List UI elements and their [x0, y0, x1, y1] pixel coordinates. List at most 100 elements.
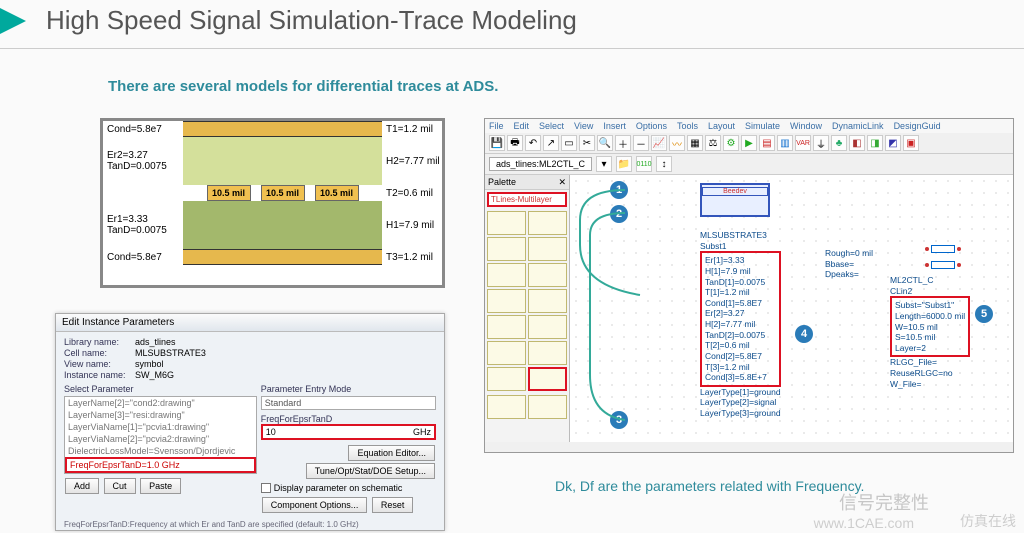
tline-symbol[interactable] [925, 259, 961, 271]
menu-select[interactable]: Select [539, 121, 564, 131]
edit-instance-dialog: Edit Instance Parameters Library name:ad… [55, 313, 445, 531]
menu-file[interactable]: File [489, 121, 504, 131]
entry-mode-header: Parameter Entry Mode [261, 384, 436, 394]
palette-item[interactable] [528, 315, 567, 339]
tline-symbol[interactable] [925, 243, 961, 255]
sub-extra: Rough=0 milBbase=Dpeaks= [825, 248, 873, 280]
netlist-icon[interactable]: 0110 [636, 156, 652, 172]
wave-icon[interactable]: 〰 [669, 135, 685, 151]
cut-button[interactable]: Cut [104, 478, 136, 494]
earth-icon[interactable]: ⏚ [813, 135, 829, 151]
zoomout-icon[interactable]: － [633, 135, 649, 151]
footnote: Dk, Df are the parameters related with F… [555, 478, 864, 494]
palette-item[interactable] [487, 367, 526, 391]
chart-icon[interactable]: 📈 [651, 135, 667, 151]
palette-item[interactable] [487, 263, 526, 287]
menu-edit[interactable]: Edit [514, 121, 530, 131]
sub-name: Subst1 [700, 241, 781, 252]
menu-simulate[interactable]: Simulate [745, 121, 780, 131]
menu-layout[interactable]: Layout [708, 121, 735, 131]
display-param-label: Display parameter on schematic [274, 483, 403, 493]
equation-editor-button[interactable]: Equation Editor... [348, 445, 435, 461]
param-item[interactable]: LayerName[2]="cond2:drawing" [65, 397, 256, 409]
reset-button[interactable]: Reset [372, 497, 414, 513]
menu-designguide[interactable]: DesignGuid [894, 121, 941, 131]
menu-view[interactable]: View [574, 121, 593, 131]
play-icon[interactable]: ▶ [741, 135, 757, 151]
param-listbox[interactable]: LayerName[2]="cond2:drawing" LayerName[3… [64, 396, 257, 474]
entry-mode-select[interactable]: Standard [261, 396, 436, 410]
menu-window[interactable]: Window [790, 121, 822, 131]
menu-dynamiclink[interactable]: DynamicLink [832, 121, 884, 131]
palette-item[interactable] [487, 237, 526, 261]
tool-b-icon[interactable]: ◨ [867, 135, 883, 151]
save-icon[interactable]: 💾 [489, 135, 505, 151]
param-item[interactable]: LowFreqForTanD=1.0 kHz [65, 473, 256, 474]
db-icon[interactable]: ▥ [777, 135, 793, 151]
select-icon[interactable]: ▭ [561, 135, 577, 151]
title-rule [0, 48, 1024, 49]
param-item[interactable]: LayerViaName[2]="pcvia2:drawing" [65, 433, 256, 445]
tool-c-icon[interactable]: ◩ [885, 135, 901, 151]
palette-item[interactable] [528, 211, 567, 235]
gear-icon[interactable]: ⚙ [723, 135, 739, 151]
mlsubstrate-block[interactable]: MLSUBSTRATE3 Subst1 Er[1]=3.33H[1]=7.9 m… [700, 230, 781, 419]
palette-item[interactable] [487, 289, 526, 313]
nav-c-icon[interactable]: ↕ [656, 156, 672, 172]
model-box[interactable]: Beedev [700, 183, 770, 217]
zoom-icon[interactable]: 🔍 [597, 135, 613, 151]
callout-3: 3 [610, 411, 628, 429]
tool-a-icon[interactable]: ◧ [849, 135, 865, 151]
layer-icon[interactable]: ▤ [759, 135, 775, 151]
param-item[interactable]: LayerName[3]="resi:drawing" [65, 409, 256, 421]
display-param-checkbox[interactable] [261, 483, 271, 493]
palette-category[interactable]: TLines-Multilayer [487, 192, 567, 207]
schematic-canvas[interactable]: Beedev 1 2 3 4 5 MLSUBSTRATE3 Subst1 Er[… [570, 175, 1013, 442]
var-icon[interactable]: VAR [795, 135, 811, 151]
field-value-input[interactable]: 10GHz [261, 424, 436, 440]
print-icon[interactable]: 🖶 [507, 135, 523, 151]
palette-close-icon[interactable]: ✕ [558, 177, 566, 188]
watermark-url: www.1CAE.com [814, 515, 914, 531]
palette-item-selected[interactable] [528, 367, 567, 391]
app-icon[interactable]: ▣ [903, 135, 919, 151]
menu-tools[interactable]: Tools [677, 121, 698, 131]
palette-item[interactable] [528, 289, 567, 313]
tree-icon[interactable]: ♣ [831, 135, 847, 151]
nav-b-icon[interactable]: 📁 [616, 156, 632, 172]
undo-icon[interactable]: ↶ [525, 135, 541, 151]
add-button[interactable]: Add [65, 478, 99, 494]
arrow-icon[interactable]: ↗ [543, 135, 559, 151]
view-val: symbol [135, 359, 164, 369]
cut-icon[interactable]: ✂ [579, 135, 595, 151]
palette-item[interactable] [487, 341, 526, 365]
ml2ctl-block[interactable]: ML2CTL_C CLin2 Subst="Subst1"Length=6000… [890, 275, 970, 389]
palette-item[interactable] [528, 263, 567, 287]
slide-title: High Speed Signal Simulation-Trace Model… [46, 5, 577, 36]
param-item[interactable]: LayerViaName[1]="pcvia1:drawing" [65, 421, 256, 433]
nav-a-icon[interactable]: ▾ [596, 156, 612, 172]
zoomin-icon[interactable]: ＋ [615, 135, 631, 151]
palette-item[interactable] [487, 211, 526, 235]
palette-item[interactable] [528, 341, 567, 365]
tune-opt-button[interactable]: Tune/Opt/Stat/DOE Setup... [306, 463, 435, 479]
menu-insert[interactable]: Insert [603, 121, 626, 131]
paste-button[interactable]: Paste [140, 478, 181, 494]
component-options-button[interactable]: Component Options... [262, 497, 368, 513]
palette-item[interactable] [487, 315, 526, 339]
balance-icon[interactable]: ⚖ [705, 135, 721, 151]
inst-val: SW_M6G [135, 370, 174, 380]
palette-item[interactable] [528, 237, 567, 261]
palette-item[interactable] [487, 395, 526, 419]
param-item[interactable]: DielectricLossModel=Svensson/Djordjevic [65, 445, 256, 457]
param-item-selected[interactable]: FreqForEpsrTanD=1.0 GHz [65, 457, 256, 473]
design-name[interactable]: ads_tlines:ML2CTL_C [489, 157, 592, 171]
h1-label: H1=7.9 mil [382, 220, 442, 231]
menubar: File Edit Select View Insert Options Too… [485, 119, 1013, 133]
view-key: View name: [64, 359, 129, 369]
menu-options[interactable]: Options [636, 121, 667, 131]
grid-icon[interactable]: ▦ [687, 135, 703, 151]
palette-item[interactable] [528, 395, 567, 419]
stackup-diagram: Cond=5.8e7T1=1.2 mil Er2=3.27TanD=0.0075… [100, 118, 445, 288]
field-name: FreqForEpsrTanD [261, 414, 436, 424]
